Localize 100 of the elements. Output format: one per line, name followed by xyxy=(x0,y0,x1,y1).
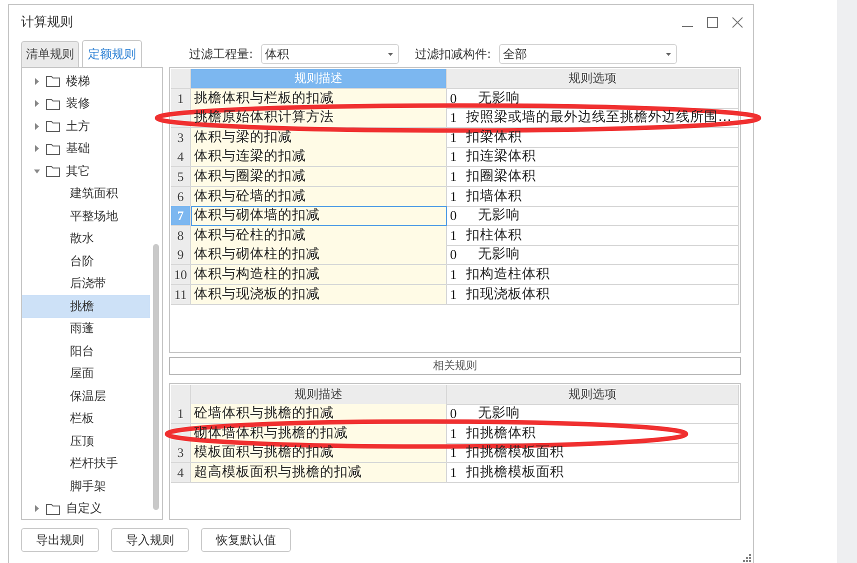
tab[interactable]: 定额规则 xyxy=(82,40,142,68)
grid-row[interactable]: 5 体积与圈梁的扣减 1 扣圈梁体积 xyxy=(171,166,739,187)
dropdown-caret-icon xyxy=(666,52,672,56)
grid-row[interactable]: 8 体积与砼柱的扣减 1 扣柱体积 xyxy=(171,226,739,246)
rule-description-cell: 体积与砼墙的扣减 xyxy=(191,186,447,207)
column-header[interactable]: 规则选项 xyxy=(447,384,739,405)
scrollbar-thumb[interactable] xyxy=(153,244,159,510)
column-header[interactable]: 规则描述 xyxy=(191,384,447,405)
rule-description-cell: 体积与连梁的扣减 xyxy=(191,147,447,168)
row-number: 5 xyxy=(171,166,191,187)
tree-folder[interactable]: 土方 xyxy=(22,115,162,138)
rule-option-cell[interactable]: 1 扣挑檐模板面积 xyxy=(447,443,739,464)
rule-option-cell[interactable]: 1 按照梁或墙的最外边线至挑檐外边线所围… xyxy=(447,108,739,128)
collapsed-caret-icon[interactable] xyxy=(34,505,40,512)
expanded-caret-icon[interactable] xyxy=(34,168,40,175)
filter-label: 过滤扣减构件: xyxy=(415,46,492,62)
folder-icon xyxy=(46,98,60,110)
collapsed-caret-icon[interactable] xyxy=(34,78,40,85)
rule-option-cell[interactable]: 1 扣柱体积 xyxy=(447,226,739,246)
rule-description-cell: 体积与砼柱的扣减 xyxy=(191,226,447,246)
tree-item[interactable]: 阳台 xyxy=(22,340,150,362)
rule-option-cell[interactable]: 0 无影响 xyxy=(447,206,739,226)
header-corner xyxy=(171,69,191,89)
rule-description-cell: 体积与构造柱的扣减 xyxy=(191,264,447,285)
window-title: 计算规则 xyxy=(21,14,73,31)
tree-item[interactable]: 雨蓬 xyxy=(22,318,150,340)
action-button[interactable]: 恢复默认值 xyxy=(201,528,291,552)
tree-folder[interactable]: 其它 xyxy=(22,160,162,182)
rule-option-cell[interactable]: 1 扣现浇板体积 xyxy=(447,284,739,305)
grid-row[interactable]: 1 挑檐体积与栏板的扣减 0 无影响 xyxy=(171,88,739,108)
grid-row[interactable]: 砌体墙体积与挑檐的扣减 1 扣挑檐体积 xyxy=(171,424,739,444)
tree-folder[interactable]: 自定义 xyxy=(22,498,162,520)
grid-row[interactable]: 9 体积与砌体柱的扣减 0 无影响 xyxy=(171,245,739,265)
grid-row[interactable]: 7 体积与砌体墙的扣减 0 无影响 xyxy=(171,206,739,226)
resize-grip-icon[interactable] xyxy=(743,554,751,562)
tree-item[interactable]: 脚手架 xyxy=(22,475,150,498)
row-number: 1 xyxy=(171,88,191,109)
rule-option-cell[interactable]: 1 扣挑檐体积 xyxy=(447,424,739,444)
rule-option-cell[interactable]: 1 扣连梁体积 xyxy=(447,147,739,168)
grid-row[interactable]: 4 超高模板面积与挑檐的扣减 1 扣挑檐模板面积 xyxy=(171,463,739,483)
row-number: 3 xyxy=(171,128,191,148)
tree-item[interactable]: 栏板 xyxy=(22,408,150,430)
tree-item[interactable]: 屋面 xyxy=(22,362,150,385)
tree-item[interactable]: 栏杆扶手 xyxy=(22,452,150,475)
row-number: 10 xyxy=(171,264,191,285)
rule-option-cell[interactable]: 1 扣圈梁体积 xyxy=(447,166,739,187)
tree-item[interactable]: 台阶 xyxy=(22,250,150,272)
rule-option-cell[interactable]: 0 无影响 xyxy=(447,404,739,424)
tree-item[interactable]: 后浇带 xyxy=(22,272,150,295)
tree-item[interactable]: 挑檐 xyxy=(22,295,150,318)
dropdown-caret-icon xyxy=(388,52,394,56)
grid-row[interactable]: 4 体积与连梁的扣减 1 扣连梁体积 xyxy=(171,147,739,167)
grid-row[interactable]: 1 砼墙体积与挑檐的扣减 0 无影响 xyxy=(171,404,739,424)
filter-dropdown[interactable]: 全部 xyxy=(499,44,678,64)
row-number: 3 xyxy=(171,443,191,464)
rule-option-cell[interactable]: 0 无影响 xyxy=(447,88,739,109)
rule-option-cell[interactable]: 0 无影响 xyxy=(447,245,739,266)
rule-option-cell[interactable]: 1 扣梁体积 xyxy=(447,128,739,148)
action-button[interactable]: 导入规则 xyxy=(111,528,189,552)
collapsed-caret-icon[interactable] xyxy=(34,100,40,108)
row-number: 7 xyxy=(171,206,191,226)
grid-row[interactable]: 3 模板面积与挑檐的扣减 1 扣挑檐模板面积 xyxy=(171,443,739,464)
rule-description-cell: 体积与圈梁的扣减 xyxy=(191,166,447,187)
tree-item[interactable]: 压顶 xyxy=(22,430,150,452)
folder-icon xyxy=(46,165,60,178)
filter-dropdown[interactable]: 体积 xyxy=(261,44,400,64)
rule-option-cell[interactable]: 1 扣挑檐模板面积 xyxy=(447,463,739,484)
folder-icon xyxy=(46,120,60,132)
tree-item[interactable]: 平整场地 xyxy=(22,205,150,228)
rule-description-cell: 体积与砌体墙的扣减 xyxy=(191,206,447,226)
action-button[interactable]: 导出规则 xyxy=(21,528,99,552)
tree-folder[interactable]: 装修 xyxy=(22,92,162,115)
tree-item[interactable]: 建筑面积 xyxy=(22,182,150,205)
folder-icon xyxy=(46,142,60,155)
tree-item[interactable]: 散水 xyxy=(22,228,150,250)
tree-folder[interactable]: 基础 xyxy=(22,138,162,160)
grid-row[interactable]: 6 体积与砼墙的扣减 1 扣墙体积 xyxy=(171,186,739,206)
rule-description-cell: 体积与砌体柱的扣减 xyxy=(191,245,447,266)
rule-option-cell[interactable]: 1 扣墙体积 xyxy=(447,186,739,207)
rule-description-cell: 体积与现浇板的扣减 xyxy=(191,284,447,305)
filter-label: 过滤工程量: xyxy=(189,46,254,62)
row-number: 6 xyxy=(171,186,191,207)
grid-row[interactable]: 10 体积与构造柱的扣减 1 扣构造柱体积 xyxy=(171,264,739,285)
row-number: 4 xyxy=(171,463,191,484)
rule-description-cell: 超高模板面积与挑檐的扣减 xyxy=(191,463,447,484)
grid-row[interactable]: 11 体积与现浇板的扣减 1 扣现浇板体积 xyxy=(171,284,739,304)
folder-icon xyxy=(46,75,60,88)
folder-icon xyxy=(46,502,60,515)
column-header[interactable]: 规则选项 xyxy=(447,69,739,89)
maximize-icon[interactable] xyxy=(707,16,718,28)
collapsed-caret-icon[interactable] xyxy=(34,145,40,152)
tree-folder[interactable]: 楼梯 xyxy=(22,70,162,92)
rule-option-cell[interactable]: 1 扣构造柱体积 xyxy=(447,264,739,285)
grid-row[interactable]: 3 体积与梁的扣减 1 扣梁体积 xyxy=(171,128,739,148)
row-number: 4 xyxy=(171,147,191,168)
row-number: 11 xyxy=(171,284,191,305)
tab[interactable]: 清单规则 xyxy=(21,41,79,67)
collapsed-caret-icon[interactable] xyxy=(34,122,40,130)
close-icon[interactable] xyxy=(732,16,743,28)
tree-item[interactable]: 保温层 xyxy=(22,385,150,408)
